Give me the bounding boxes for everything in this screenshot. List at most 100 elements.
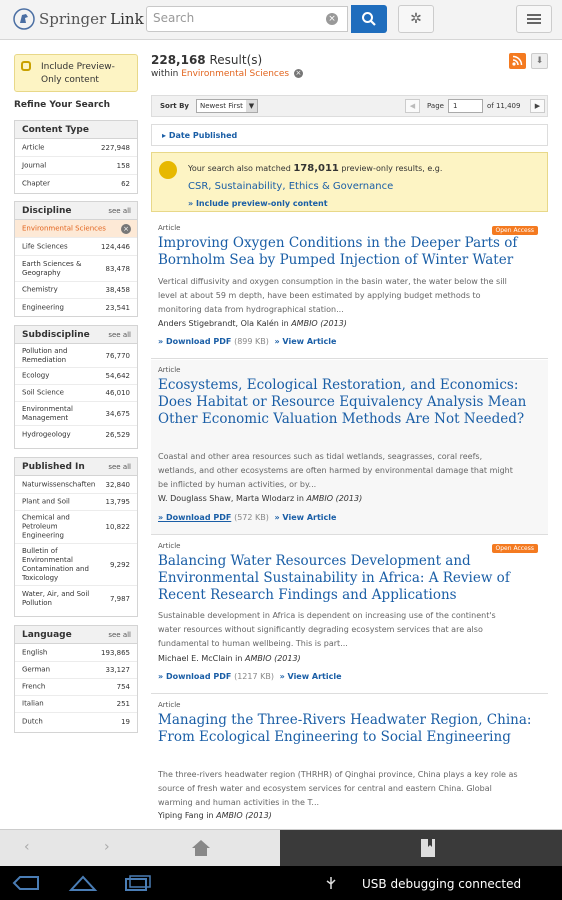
result-item: Article Open Access Balancing Water Reso… bbox=[151, 536, 548, 694]
article-abstract: The three-rivers headwater region (THRHR… bbox=[158, 770, 518, 807]
include-preview-link[interactable]: » Include preview-only content bbox=[188, 199, 328, 208]
item-type: Article bbox=[158, 542, 181, 550]
system-recents-icon[interactable] bbox=[124, 875, 152, 891]
facet-title: Discipline see all bbox=[15, 202, 137, 220]
facet-row[interactable]: Pollution and Remediation 76,770 bbox=[15, 344, 137, 368]
search-icon bbox=[362, 12, 376, 26]
facet-row-selected[interactable]: Environmental Sciences × bbox=[15, 220, 137, 238]
facet-discipline: Discipline see all Environmental Sciences… bbox=[14, 201, 138, 317]
result-item: Article Managing the Three-Rivers Headwa… bbox=[151, 695, 548, 829]
open-access-badge: Open Access bbox=[491, 226, 538, 235]
view-article-link[interactable]: » View Article bbox=[274, 513, 336, 522]
view-article-link[interactable]: » View Article bbox=[274, 337, 336, 346]
rss-feed-icon[interactable] bbox=[509, 53, 526, 69]
refine-title: Refine Your Search bbox=[14, 100, 111, 110]
system-back-icon[interactable] bbox=[12, 875, 40, 891]
facet-row[interactable]: Hydrogeology 26,529 bbox=[15, 426, 137, 443]
chevron-down-icon: ▼ bbox=[246, 100, 257, 112]
see-all-link[interactable]: see all bbox=[108, 207, 131, 215]
nav-left-panel: ‹ › bbox=[0, 830, 280, 867]
download-pdf-link[interactable]: » Download PDF bbox=[158, 513, 231, 522]
settings-button[interactable]: ✲ bbox=[398, 5, 434, 33]
result-item: Article Open Access Improving Oxygen Con… bbox=[151, 218, 548, 359]
download-pdf-link[interactable]: » Download PDF bbox=[158, 672, 231, 681]
menu-button[interactable] bbox=[516, 5, 552, 33]
article-authors: W. Douglass Shaw, Marta Wlodarz in AMBIO… bbox=[158, 494, 363, 503]
results-count: 228,168 Result(s) bbox=[151, 53, 263, 67]
include-preview-only-toggle[interactable]: Include Preview-Only content bbox=[14, 54, 138, 92]
within-discipline[interactable]: Environmental Sciences bbox=[181, 69, 289, 79]
facet-row[interactable]: Naturwissenschaften 32,840 bbox=[15, 476, 137, 494]
facet-published-in: Published In see all Naturwissenschaften 3… bbox=[14, 457, 138, 617]
item-type: Article bbox=[158, 366, 181, 374]
springerlink-logo[interactable]: Springer Link bbox=[13, 8, 144, 30]
facet-row[interactable]: French 754 bbox=[15, 679, 137, 696]
back-arrow-icon[interactable]: ‹ bbox=[24, 839, 30, 855]
facet-language: Language see all English 193,865 German 33,… bbox=[14, 625, 138, 733]
sort-bar: Sort By Newest First ▼ ◀ Page 1 of 11,409… bbox=[151, 95, 548, 117]
article-abstract: Sustainable development in Africa is dep… bbox=[158, 611, 496, 648]
search-input[interactable]: Search bbox=[146, 6, 348, 32]
article-authors: Michael E. McClain in AMBIO (2013) bbox=[158, 654, 301, 663]
article-links: » Download PDF (899 KB) » View Article bbox=[158, 337, 337, 346]
facet-row[interactable]: Chemistry 38,458 bbox=[15, 282, 137, 299]
logo-text-springer: Springer bbox=[39, 10, 107, 28]
lock-icon bbox=[159, 161, 177, 179]
facet-row[interactable]: Dutch 19 bbox=[15, 713, 137, 730]
facet-row[interactable]: Water, Air, and Soil Pollution 7,987 bbox=[15, 586, 137, 612]
download-results-icon[interactable]: ⬇ bbox=[531, 53, 548, 69]
search-button[interactable] bbox=[351, 5, 387, 33]
facet-row[interactable]: Environmental Management 34,675 bbox=[15, 402, 137, 426]
logo-text-link: Link bbox=[110, 10, 144, 28]
article-title[interactable]: Ecosystems, Ecological Restoration, and … bbox=[158, 377, 533, 428]
facet-row-chapter[interactable]: Chapter 62 bbox=[15, 175, 137, 193]
facet-title: Published In see all bbox=[15, 458, 137, 476]
see-all-link[interactable]: see all bbox=[108, 463, 131, 471]
facet-row[interactable]: Life Sciences 124,446 bbox=[15, 238, 137, 256]
system-home-icon[interactable] bbox=[68, 874, 98, 892]
usb-debugging-status: USB debugging connected bbox=[362, 877, 522, 891]
facet-row[interactable]: English 193,865 bbox=[15, 644, 137, 662]
view-article-link[interactable]: » View Article bbox=[280, 672, 342, 681]
home-icon[interactable] bbox=[190, 838, 212, 858]
article-title[interactable]: Managing the Three-Rivers Headwater Regi… bbox=[158, 712, 533, 746]
facet-row[interactable]: Soil Science 46,010 bbox=[15, 385, 137, 402]
see-all-link[interactable]: see all bbox=[108, 631, 131, 639]
download-pdf-link[interactable]: » Download PDF bbox=[158, 337, 231, 346]
next-page-button[interactable]: ▶ bbox=[530, 99, 545, 113]
article-authors: Anders Stigebrandt, Ola Kalén in AMBIO (… bbox=[158, 319, 347, 328]
see-all-link[interactable]: see all bbox=[108, 331, 131, 339]
preview-only-label: Include Preview-Only content bbox=[41, 62, 115, 85]
facet-row[interactable]: Ecology 54,642 bbox=[15, 368, 137, 385]
sort-select[interactable]: Newest First ▼ bbox=[196, 99, 258, 113]
facet-title: Language see all bbox=[15, 626, 137, 644]
facet-row-article[interactable]: Article 227,948 bbox=[15, 139, 137, 157]
page-input[interactable]: 1 bbox=[448, 99, 483, 113]
date-published-toggle[interactable]: ▸ Date Published bbox=[151, 124, 548, 146]
matched-example-link[interactable]: CSR, Sustainability, Ethics & Governance bbox=[188, 181, 393, 192]
facet-row[interactable]: Engineering 23,541 bbox=[15, 299, 137, 316]
page-total: of 11,409 bbox=[487, 102, 521, 110]
sort-label: Sort By bbox=[160, 102, 189, 110]
facet-row[interactable]: Chemical and Petroleum Engineering 10,822 bbox=[15, 511, 137, 544]
clear-search-icon[interactable]: × bbox=[326, 13, 338, 25]
lock-icon bbox=[21, 61, 31, 71]
gear-icon: ✲ bbox=[410, 11, 422, 27]
facet-row-journal[interactable]: Journal 158 bbox=[15, 157, 137, 175]
facet-row[interactable]: German 33,127 bbox=[15, 662, 137, 679]
facet-row[interactable]: Italian 251 bbox=[15, 696, 137, 713]
forward-arrow-icon[interactable]: › bbox=[104, 839, 110, 855]
facet-title: Content Type bbox=[15, 121, 137, 139]
open-access-badge: Open Access bbox=[491, 544, 538, 553]
facet-row[interactable]: Earth Sciences & Geography 83,478 bbox=[15, 256, 137, 282]
bookmark-icon[interactable] bbox=[420, 838, 436, 858]
article-links: » Download PDF (572 KB) » View Article bbox=[158, 513, 337, 522]
article-links: » Download PDF (1217 KB) » View Article bbox=[158, 672, 342, 681]
remove-filter-icon[interactable]: × bbox=[293, 69, 303, 78]
facet-row[interactable]: Bulletin of Environmental Contamination … bbox=[15, 544, 137, 586]
matched-text: Your search also matched 178,011 preview… bbox=[188, 163, 443, 174]
article-title[interactable]: Improving Oxygen Conditions in the Deepe… bbox=[158, 235, 533, 269]
facet-row[interactable]: Plant and Soil 13,795 bbox=[15, 494, 137, 511]
prev-page-button[interactable]: ◀ bbox=[405, 99, 420, 113]
article-title[interactable]: Balancing Water Resources Development an… bbox=[158, 553, 533, 604]
